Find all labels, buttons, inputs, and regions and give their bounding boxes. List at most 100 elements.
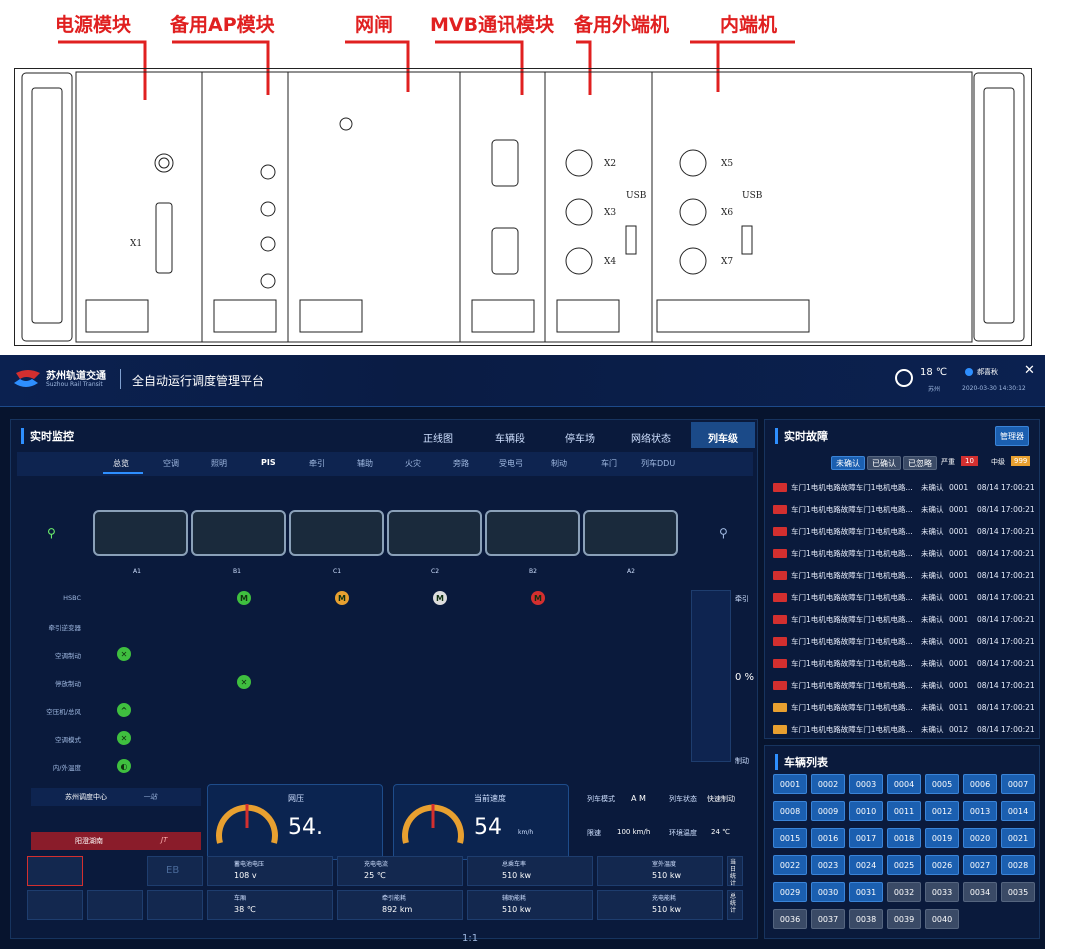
- fault-row[interactable]: 车门1电机电路故障车门1电机电路... 未确认 0001 08/14 17:00:21: [773, 500, 1035, 518]
- filter-confirmed[interactable]: 已确认: [867, 456, 901, 470]
- hsbc-c2-icon: M: [433, 591, 447, 605]
- side-total-stats[interactable]: 总统计: [727, 890, 743, 920]
- car-b2[interactable]: [485, 510, 580, 556]
- fault-time: 08/14 17:00:21: [977, 680, 1035, 690]
- subtab-aux[interactable]: 辅助: [357, 458, 373, 469]
- fault-row[interactable]: 车门1电机电路故障车门1电机电路... 未确认 0001 08/14 17:00:21: [773, 588, 1035, 606]
- vehicle-button[interactable]: 0014: [1001, 801, 1035, 821]
- nav-train[interactable]: 列车级: [708, 430, 738, 445]
- vehicle-button[interactable]: 0015: [773, 828, 807, 848]
- vehicle-button[interactable]: 0017: [849, 828, 883, 848]
- fault-code: 0001: [949, 482, 969, 492]
- fault-row[interactable]: 车门1电机电路故障车门1电机电路... 未确认 0001 08/14 17:00:21: [773, 522, 1035, 540]
- vehicle-button[interactable]: 0037: [811, 909, 845, 929]
- door-button[interactable]: [27, 856, 83, 886]
- subtab-pantograph[interactable]: 受电弓: [499, 458, 523, 469]
- side-day-stats[interactable]: 当日统计: [727, 856, 743, 887]
- nav-main-line[interactable]: 正线图: [423, 430, 453, 445]
- vehicle-button[interactable]: 0003: [849, 774, 883, 794]
- car-a2[interactable]: [583, 510, 678, 556]
- zoom-label[interactable]: 1:1: [462, 933, 478, 944]
- vehicle-button[interactable]: 0022: [773, 855, 807, 875]
- vehicle-button[interactable]: 0013: [963, 801, 997, 821]
- vehicle-button[interactable]: 0001: [773, 774, 807, 794]
- subtab-ac[interactable]: 空调: [163, 458, 179, 469]
- vehicle-button[interactable]: 0030: [811, 882, 845, 902]
- fault-row[interactable]: 车门1电机电路故障车门1电机电路... 未确认 0001 08/14 17:00:21: [773, 478, 1035, 496]
- vehicle-button[interactable]: 0012: [925, 801, 959, 821]
- car-c1[interactable]: [289, 510, 384, 556]
- close-icon[interactable]: ✕: [1024, 363, 1035, 378]
- user-name[interactable]: 郝喜秋: [977, 367, 998, 377]
- vehicle-button[interactable]: 0036: [773, 909, 807, 929]
- car-b1[interactable]: [191, 510, 286, 556]
- subtab-bypass[interactable]: 旁路: [453, 458, 469, 469]
- vehicle-button[interactable]: 0016: [811, 828, 845, 848]
- subtab-traction[interactable]: 牵引: [309, 458, 325, 469]
- vehicle-button[interactable]: 0005: [925, 774, 959, 794]
- nav-depot[interactable]: 车辆段: [495, 430, 525, 445]
- nav-network[interactable]: 网络状态: [631, 430, 671, 445]
- filter-unconfirmed[interactable]: 未确认: [831, 456, 865, 470]
- fault-code: 0001: [949, 526, 969, 536]
- filter-ignored[interactable]: 已忽略: [903, 456, 937, 470]
- vehicle-button[interactable]: 0008: [773, 801, 807, 821]
- vehicle-button[interactable]: 0031: [849, 882, 883, 902]
- vehicle-button[interactable]: 0018: [887, 828, 921, 848]
- fault-row[interactable]: 车门1电机电路故障车门1电机电路... 未确认 0001 08/14 17:00:21: [773, 654, 1035, 672]
- vehicle-button[interactable]: 0009: [811, 801, 845, 821]
- vehicle-button[interactable]: 0026: [925, 855, 959, 875]
- subtab-brake[interactable]: 制动: [551, 458, 567, 469]
- vehicle-button[interactable]: 0006: [963, 774, 997, 794]
- search-icon[interactable]: ⚲: [719, 526, 728, 540]
- subtab-pis[interactable]: PIS: [261, 458, 276, 467]
- subtab-fire[interactable]: 火灾: [405, 458, 421, 469]
- subtab-ddu[interactable]: 列车DDU: [641, 458, 675, 469]
- vehicle-button[interactable]: 0028: [1001, 855, 1035, 875]
- car-label-b1: B1: [233, 568, 241, 575]
- car-a1[interactable]: [93, 510, 188, 556]
- vehicle-button[interactable]: 0027: [963, 855, 997, 875]
- vehicle-button[interactable]: 0038: [849, 909, 883, 929]
- vehicle-button[interactable]: 0033: [925, 882, 959, 902]
- vehicle-button[interactable]: 0011: [887, 801, 921, 821]
- vehicle-button[interactable]: 0010: [849, 801, 883, 821]
- manage-button[interactable]: 管理器: [995, 426, 1029, 446]
- subtab-light[interactable]: 照明: [211, 458, 227, 469]
- vehicle-button[interactable]: 0019: [925, 828, 959, 848]
- fault-row[interactable]: 车门1电机电路故障车门1电机电路... 未确认 0001 08/14 17:00:21: [773, 566, 1035, 584]
- stat-traction-energy: 牵引能耗 892 km: [337, 890, 463, 920]
- vehicle-button[interactable]: 0039: [887, 909, 921, 929]
- fault-row[interactable]: 车门1电机电路故障车门1电机电路... 未确认 0001 08/14 17:00:21: [773, 544, 1035, 562]
- fault-row[interactable]: 车门1电机电路故障车门1电机电路... 未确认 0001 08/14 17:00:21: [773, 632, 1035, 650]
- car-c2[interactable]: [387, 510, 482, 556]
- fault-row[interactable]: 车门1电机电路故障车门1电机电路... 未确认 0012 08/14 17:00:21: [773, 720, 1035, 738]
- fault-row[interactable]: 车门1电机电路故障车门1电机电路... 未确认 0001 08/14 17:00:21: [773, 676, 1035, 694]
- vehicle-button[interactable]: 0002: [811, 774, 845, 794]
- speed-gauge-panel: 当前速度 54 km/h: [393, 784, 569, 860]
- vehicle-button[interactable]: 0040: [925, 909, 959, 929]
- gauge-button[interactable]: [147, 890, 203, 920]
- key-icon[interactable]: ⚲: [47, 526, 56, 540]
- fault-code: 0012: [949, 724, 969, 734]
- subtab-overview[interactable]: 总览: [113, 458, 129, 469]
- vehicle-button[interactable]: 0024: [849, 855, 883, 875]
- vehicle-button[interactable]: 0032: [887, 882, 921, 902]
- phone-button[interactable]: [27, 890, 83, 920]
- realtime-monitor-panel: 实时监控 正线图 车辆段 停车场 网络状态 列车级 总览 空调 照明 PIS 牵…: [10, 419, 758, 939]
- vehicle-button[interactable]: 0023: [811, 855, 845, 875]
- vehicle-button[interactable]: 0004: [887, 774, 921, 794]
- fault-row[interactable]: 车门1电机电路故障车门1电机电路... 未确认 0001 08/14 17:00:21: [773, 610, 1035, 628]
- eb-button[interactable]: EB: [147, 856, 203, 886]
- vehicle-button[interactable]: 0007: [1001, 774, 1035, 794]
- nav-parking[interactable]: 停车场: [565, 430, 595, 445]
- vehicle-button[interactable]: 0020: [963, 828, 997, 848]
- subtab-door[interactable]: 车门: [601, 458, 617, 469]
- vehicle-button[interactable]: 0025: [887, 855, 921, 875]
- vehicle-button[interactable]: 0021: [1001, 828, 1035, 848]
- fire-button[interactable]: [87, 890, 143, 920]
- fault-row[interactable]: 车门1电机电路故障车门1电机电路... 未确认 0011 08/14 17:00:21: [773, 698, 1035, 716]
- vehicle-button[interactable]: 0034: [963, 882, 997, 902]
- vehicle-button[interactable]: 0035: [1001, 882, 1035, 902]
- vehicle-button[interactable]: 0029: [773, 882, 807, 902]
